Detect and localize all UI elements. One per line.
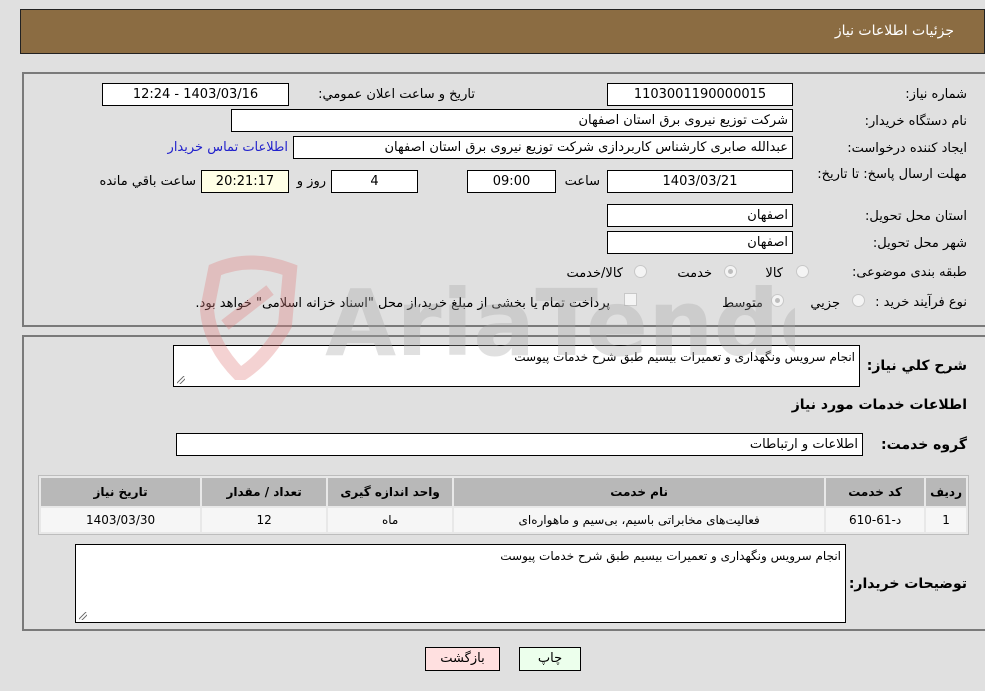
buyer-org-field[interactable]: شرکت توزیع نیروی برق استان اصفهان — [231, 109, 793, 132]
delivery-province-label: استان محل تحويل: — [865, 209, 967, 224]
purchase-minor-radio[interactable] — [852, 294, 865, 307]
announce-datetime-label: تاريخ و ساعت اعلان عمومي: — [318, 87, 475, 102]
service-group-field[interactable]: اطلاعات و ارتباطات — [176, 433, 863, 456]
resize-grip-icon[interactable] — [79, 612, 87, 620]
cell-quantity: 12 — [202, 508, 327, 532]
deadline-time-label: ساعت — [564, 174, 600, 189]
days-field[interactable]: 4 — [331, 170, 418, 193]
purchase-medium-label: متوسط — [722, 296, 763, 311]
deadline-label: مهلت ارسال پاسخ: تا تاريخ: — [817, 167, 967, 182]
purchase-minor-label: جزيي — [810, 296, 840, 311]
treasury-checkbox[interactable] — [624, 293, 637, 306]
deadline-time-field[interactable]: 09:00 — [467, 170, 556, 193]
col-service-name: نام خدمت — [454, 478, 825, 506]
buyer-notes-label: توضيحات خريدار: — [848, 576, 967, 592]
buyer-contact-link[interactable]: اطلاعات تماس خريدار — [168, 140, 288, 155]
purchase-type-label: نوع فرآيند خريد : — [875, 295, 967, 310]
announce-datetime-field[interactable]: 1403/03/16 - 12:24 — [102, 83, 289, 106]
cell-need-date: 1403/03/30 — [41, 508, 201, 532]
service-group-label: گروه خدمت: — [881, 437, 967, 453]
need-number-field[interactable]: 1103001190000015 — [607, 83, 793, 106]
back-button[interactable]: بازگشت — [425, 647, 500, 671]
col-quantity: تعداد / مقدار — [202, 478, 327, 506]
need-number-label: شماره نياز: — [905, 87, 967, 102]
cell-unit: ماه — [328, 508, 453, 532]
delivery-city-field[interactable]: اصفهان — [607, 231, 793, 254]
table-header-row: رديف کد خدمت نام خدمت واحد اندازه گيری ت… — [41, 478, 966, 506]
requester-field[interactable]: عبدالله صابری کارشناس کاربردازی شرکت توز… — [293, 136, 793, 159]
page-header: جزئيات اطلاعات نياز — [20, 9, 985, 54]
print-button[interactable]: چاپ — [519, 647, 581, 671]
resize-grip-icon[interactable] — [177, 376, 185, 384]
remaining-time-field: 20:21:17 — [201, 170, 289, 193]
buyer-org-label: نام دستگاه خريدار: — [864, 114, 967, 129]
category-label: طبقه بندی موضوعی: — [851, 265, 967, 280]
days-label: روز و — [296, 174, 326, 189]
page-title: جزئيات اطلاعات نياز — [834, 23, 954, 39]
col-row-number: رديف — [926, 478, 966, 506]
col-need-date: تاريخ نياز — [41, 478, 201, 506]
buyer-notes-textarea[interactable]: انجام سرويس ونگهداری و تعميرات بيسيم طبق… — [75, 544, 846, 623]
cell-service-name: فعاليت‌های مخابراتی باسيم، بی‌سيم و ماهو… — [454, 508, 825, 532]
category-goods-service-label: کالا/خدمت — [566, 266, 623, 281]
buyer-notes-text: انجام سرويس ونگهداری و تعميرات بيسيم طبق… — [500, 549, 841, 563]
category-service-radio[interactable] — [724, 265, 737, 278]
delivery-province-field[interactable]: اصفهان — [607, 204, 793, 227]
category-goods-label: کالا — [765, 266, 783, 281]
deadline-date-field[interactable]: 1403/03/21 — [607, 170, 793, 193]
col-unit: واحد اندازه گيری — [328, 478, 453, 506]
delivery-city-label: شهر محل تحويل: — [872, 236, 967, 251]
general-description-label: شرح کلي نياز: — [866, 358, 967, 374]
remaining-time-label: ساعت باقي مانده — [99, 174, 196, 189]
services-heading: اطلاعات خدمات مورد نياز — [791, 397, 967, 413]
col-service-code: کد خدمت — [826, 478, 925, 506]
purchase-medium-radio[interactable] — [771, 294, 784, 307]
general-description-textarea[interactable]: انجام سرويس ونگهداری و تعميرات بيسيم طبق… — [173, 345, 860, 387]
cell-service-code: د-61-610 — [826, 508, 925, 532]
category-service-label: خدمت — [677, 266, 712, 281]
category-goods-radio[interactable] — [796, 265, 809, 278]
services-table: رديف کد خدمت نام خدمت واحد اندازه گيری ت… — [38, 475, 969, 535]
category-goods-service-radio[interactable] — [634, 265, 647, 278]
requester-label: ايجاد کننده درخواست: — [847, 141, 967, 156]
treasury-checkbox-label: پرداخت تمام يا بخشی از مبلغ خريد،از محل … — [195, 296, 610, 311]
table-row: 1 د-61-610 فعاليت‌های مخابراتی باسيم، بی… — [41, 508, 966, 532]
general-description-text: انجام سرويس ونگهداری و تعميرات بيسيم طبق… — [514, 350, 855, 364]
cell-row-number: 1 — [926, 508, 966, 532]
